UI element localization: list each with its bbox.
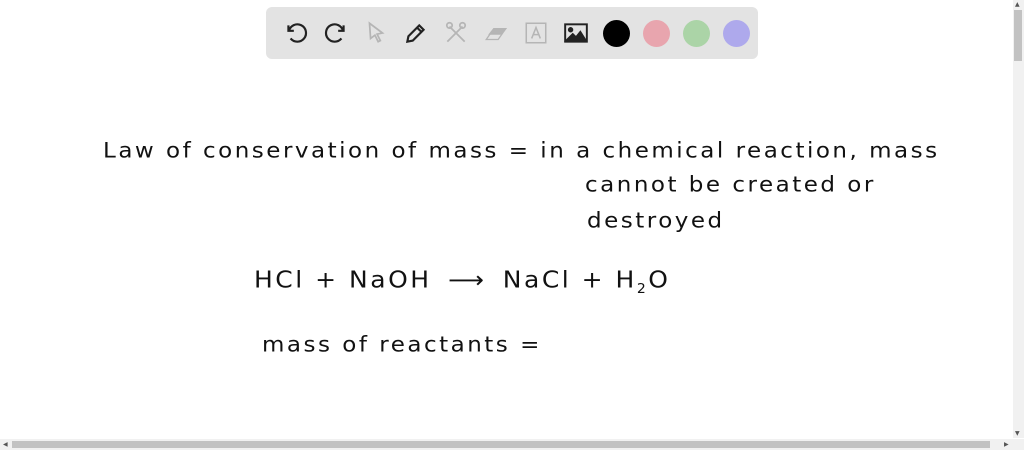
redo-icon	[324, 23, 345, 43]
tools-icon	[445, 21, 467, 43]
tools-button[interactable]	[436, 13, 476, 53]
select-button[interactable]	[356, 13, 396, 53]
scroll-up-icon[interactable]: ▲	[1015, 1, 1020, 8]
select-icon	[368, 21, 385, 43]
pen-icon	[405, 23, 426, 44]
drawing-toolbar	[266, 7, 758, 59]
handwritten-definition-line1: Law of conservation of mass = in a chemi…	[103, 139, 940, 163]
equation-reactants: HCl + NaOH	[254, 266, 432, 293]
redo-button[interactable]	[316, 13, 356, 53]
reaction-arrow: ⟶	[448, 266, 487, 293]
text-icon	[525, 22, 547, 44]
text-button[interactable]	[516, 13, 556, 53]
equation-products-o: O	[648, 266, 671, 293]
vertical-scrollbar[interactable]: ▲ ▼	[1013, 0, 1024, 438]
horizontal-scroll-thumb[interactable]	[12, 441, 990, 448]
pen-button[interactable]	[396, 13, 436, 53]
scroll-left-icon[interactable]: ◀	[3, 441, 8, 448]
horizontal-scrollbar[interactable]: ◀ ▶	[0, 439, 1024, 450]
handwritten-definition-line3: destroyed	[587, 209, 725, 233]
handwritten-mass-of-reactants: mass of reactants =	[262, 333, 542, 357]
subscript-2: 2	[636, 281, 649, 297]
scroll-right-icon[interactable]: ▶	[1004, 441, 1009, 448]
vertical-scroll-thumb[interactable]	[1014, 10, 1022, 61]
image-icon	[563, 23, 588, 43]
color-green[interactable]	[682, 19, 710, 47]
color-black[interactable]	[602, 19, 630, 47]
scroll-down-icon[interactable]: ▼	[1015, 430, 1020, 437]
undo-button[interactable]	[276, 13, 316, 53]
undo-icon	[287, 23, 308, 43]
color-pink[interactable]	[642, 19, 670, 47]
eraser-icon	[485, 28, 508, 41]
equation-products: NaCl + H	[502, 266, 637, 293]
eraser-button[interactable]	[476, 13, 516, 53]
handwritten-definition-line2: cannot be created or	[585, 173, 876, 197]
image-button[interactable]	[556, 13, 596, 53]
color-purple[interactable]	[722, 19, 750, 47]
handwritten-equation: HCl + NaOH ⟶ NaCl + H2O	[254, 266, 670, 296]
